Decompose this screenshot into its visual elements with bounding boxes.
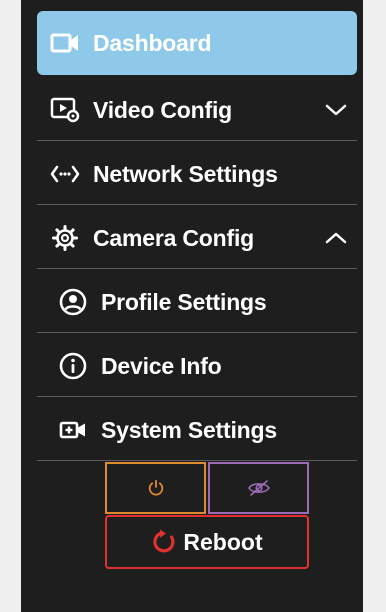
sidebar-item-label: Profile Settings [101, 288, 267, 315]
video-camera-icon [47, 28, 83, 58]
sidebar-item-camera-config[interactable]: Camera Config [37, 207, 357, 269]
sidebar-item-profile-settings[interactable]: Profile Settings [37, 271, 357, 333]
sidebar-item-device-info[interactable]: Device Info [37, 335, 357, 397]
page: Dashboard Video Config Network Settings … [0, 0, 386, 612]
sidebar: Dashboard Video Config Network Settings … [21, 0, 363, 612]
sidebar-item-label: System Settings [101, 416, 277, 443]
refresh-icon [153, 529, 175, 553]
sidebar-item-label: Network Settings [93, 160, 278, 187]
sidebar-item-label: Dashboard [93, 29, 212, 56]
sidebar-item-video-config[interactable]: Video Config [37, 79, 357, 141]
video-settings-icon [47, 95, 83, 125]
reboot-label: Reboot [183, 528, 263, 555]
gear-icon [47, 223, 83, 253]
power-button[interactable] [105, 462, 206, 514]
chevron-up-icon[interactable] [325, 231, 347, 245]
reboot-button[interactable]: Reboot [105, 515, 309, 569]
power-button-row [105, 462, 309, 514]
sidebar-item-dashboard[interactable]: Dashboard [37, 11, 357, 75]
sidebar-item-label: Device Info [101, 352, 222, 379]
sidebar-item-system-settings[interactable]: System Settings [37, 399, 357, 461]
sidebar-item-label: Video Config [93, 96, 233, 123]
user-circle-icon [55, 287, 91, 317]
eye-off-icon [247, 480, 270, 496]
code-arrows-icon [47, 159, 83, 189]
camera-plus-icon [55, 415, 91, 445]
sidebar-item-network-settings[interactable]: Network Settings [37, 143, 357, 205]
hide-button[interactable] [208, 462, 309, 514]
info-circle-icon [55, 351, 91, 381]
chevron-down-icon[interactable] [325, 103, 347, 117]
power-icon [148, 479, 163, 496]
sidebar-item-label: Camera Config [93, 224, 254, 251]
